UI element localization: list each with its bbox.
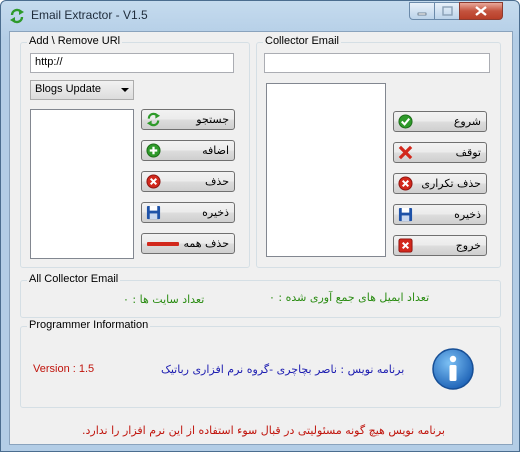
maximize-button[interactable] (434, 2, 460, 20)
emails-count-text: تعداد ایمیل های جمع آوری شده : ۰ (269, 291, 430, 304)
start-button-label: شروع (453, 115, 481, 128)
search-button-label: جستجو (196, 113, 229, 126)
minus-bar-icon (147, 242, 179, 246)
floppy-disk-icon (398, 207, 413, 222)
collector-group-label: Collector Email (263, 35, 341, 47)
url-group: Add \ Remove URl http:// Blogs Update جس… (20, 35, 250, 268)
save-emails-button[interactable]: ذخیره (393, 204, 487, 225)
remove-duplicate-button[interactable]: حذف تکراری (393, 173, 487, 194)
search-button[interactable]: جستجو (141, 109, 235, 130)
author-text: برنامه نویس : ناصر بچاچری -گروه نرم افزا… (161, 363, 405, 376)
version-text: Version : 1.5 (33, 363, 95, 375)
info-icon (432, 348, 474, 390)
floppy-disk-icon (146, 205, 161, 220)
stop-button-label: توقف (455, 146, 481, 159)
url-list[interactable] (30, 109, 134, 259)
delete-icon (398, 176, 413, 191)
close-square-icon (398, 238, 413, 253)
save-urls-button-label: ذخیره (202, 206, 229, 219)
delete-icon (146, 174, 161, 189)
collector-group: Collector Email شروع توقف حذف تکراری ذخی… (256, 35, 501, 268)
disclaimer-text: برنامه نویس هیچ گونه مسئولیتی در قبال سو… (82, 424, 445, 437)
minimize-button[interactable] (409, 2, 435, 20)
exit-button[interactable]: خروج (393, 235, 487, 256)
email-list[interactable] (266, 83, 386, 257)
refresh-arrows-icon (10, 8, 24, 24)
remove-duplicate-button-label: حذف تکراری (421, 177, 481, 190)
checkmark-icon (398, 114, 413, 129)
window-title: Email Extractor - V1.5 (31, 8, 148, 22)
client-area: Add \ Remove URl http:// Blogs Update جس… (9, 31, 513, 445)
url-category-value: Blogs Update (35, 83, 102, 95)
title-bar[interactable]: Email Extractor - V1.5 (1, 1, 519, 30)
exit-button-label: خروج (455, 239, 481, 252)
chevron-down-icon (121, 88, 129, 92)
collector-email-input[interactable] (264, 53, 490, 73)
remove-button-label: حذف (205, 175, 229, 188)
add-icon (146, 143, 161, 158)
stop-button[interactable]: توقف (393, 142, 487, 163)
maximize-icon (442, 6, 453, 16)
remove-button[interactable]: حذف (141, 171, 235, 192)
save-urls-button[interactable]: ذخیره (141, 202, 235, 223)
programmer-group-label: Programmer Information (27, 319, 151, 331)
close-window-button[interactable] (459, 2, 503, 20)
programmer-group: Programmer Information Version : 1.5 برن… (20, 319, 501, 408)
save-emails-button-label: ذخیره (454, 208, 481, 221)
add-button-label: اضافه (202, 144, 229, 157)
start-button[interactable]: شروع (393, 111, 487, 132)
add-button[interactable]: اضافه (141, 140, 235, 161)
sites-count-text: تعداد سایت ها : ۰ (123, 293, 205, 306)
stats-group: All Collector Email تعداد سایت ها : ۰ تع… (20, 273, 501, 318)
url-category-select[interactable]: Blogs Update (30, 80, 134, 100)
url-group-label: Add \ Remove URl (27, 35, 123, 47)
remove-all-button-label: حذف همه (183, 237, 229, 250)
refresh-arrows-icon (146, 112, 161, 127)
close-icon (475, 6, 487, 16)
stats-group-label: All Collector Email (27, 273, 121, 285)
remove-all-button[interactable]: حذف همه (141, 233, 235, 254)
x-mark-icon (398, 145, 413, 160)
minimize-icon (417, 12, 427, 16)
app-window: Email Extractor - V1.5 Add \ Remove URl … (0, 0, 520, 452)
url-input[interactable]: http:// (30, 53, 234, 73)
